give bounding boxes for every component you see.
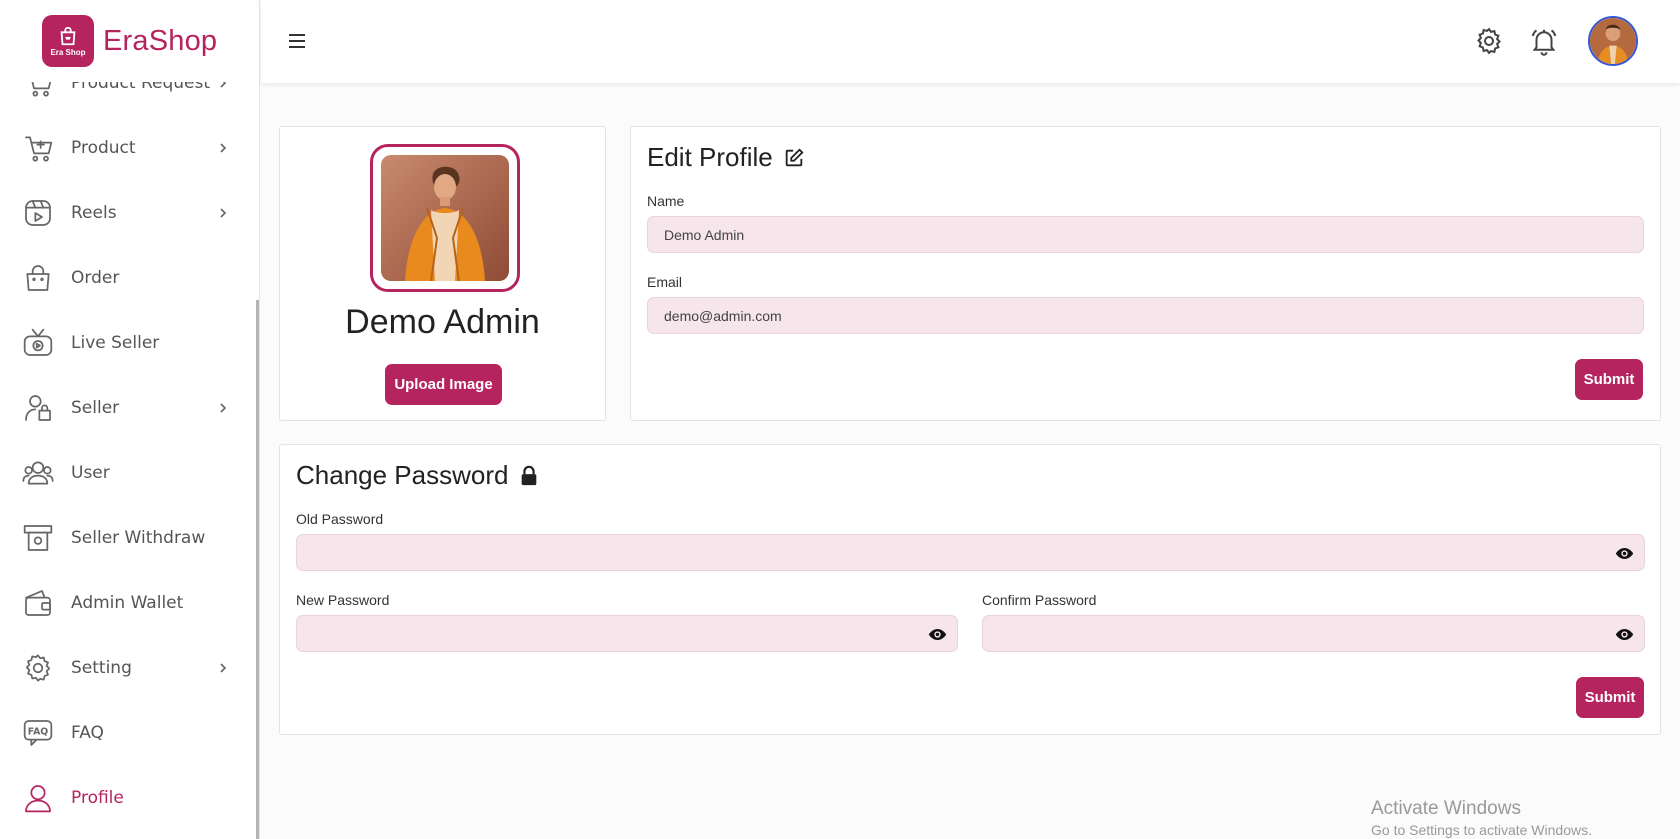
profile-photo <box>381 155 509 281</box>
sidebar-item-label: Admin Wallet <box>71 592 184 613</box>
change-password-card: Change Password Old Password New Passwor… <box>279 444 1661 735</box>
brand-logo-caption: Era Shop <box>50 48 86 57</box>
sidebar-item-user[interactable]: User <box>0 440 259 505</box>
gear-icon <box>25 653 51 682</box>
upload-image-button[interactable]: Upload Image <box>385 364 502 405</box>
sidebar-item-label: Seller <box>71 397 120 418</box>
old-password-field[interactable] <box>296 534 1645 571</box>
sidebar-item-product[interactable]: Product <box>0 115 259 180</box>
sidebar-item-order[interactable]: Order <box>0 245 259 310</box>
watermark-title: Activate Windows <box>1371 798 1521 819</box>
sidebar-item-seller[interactable]: Seller <box>0 375 259 440</box>
sidebar-item-setting[interactable]: Setting <box>0 635 259 700</box>
svg-text:FAQ: FAQ <box>28 726 49 737</box>
bell-icon[interactable] <box>1529 26 1559 56</box>
change-password-title-text: Change Password <box>296 460 509 490</box>
edit-profile-title: Edit Profile <box>647 142 805 173</box>
watermark-subtitle: Go to Settings to activate Windows. <box>1371 822 1592 838</box>
confirm-password-field[interactable] <box>982 615 1645 652</box>
name-label: Name <box>647 193 685 209</box>
eye-icon[interactable] <box>1615 544 1634 563</box>
sidebar-item-faq[interactable]: FAQ FAQ <box>0 700 259 765</box>
chevron-right-icon <box>220 402 227 413</box>
topbar <box>261 0 1680 83</box>
edit-profile-card: Edit Profile Name Demo Admin Email demo@… <box>630 126 1661 421</box>
brand[interactable]: Era Shop EraShop <box>0 0 259 82</box>
profile-card: Demo Admin Upload Image <box>279 126 606 421</box>
sidebar-item-admin-wallet[interactable]: Admin Wallet <box>0 570 259 635</box>
edit-profile-submit-button[interactable]: Submit <box>1575 359 1643 400</box>
sidebar-item-label: Order <box>71 267 120 288</box>
lock-icon <box>522 465 537 485</box>
eye-icon[interactable] <box>1615 625 1634 644</box>
chevron-right-icon <box>220 662 227 673</box>
user-icon <box>25 784 51 812</box>
sidebar-item-label: Profile <box>71 787 124 808</box>
email-field-value: demo@admin.com <box>664 307 782 324</box>
sidebar-item-label: Seller Withdraw <box>71 527 206 548</box>
old-password-label: Old Password <box>296 511 384 527</box>
sidebar-item-label: FAQ <box>71 722 104 743</box>
sidebar-item-label: Product <box>71 137 136 158</box>
new-password-field[interactable] <box>296 615 958 652</box>
gear-icon[interactable] <box>1474 26 1504 56</box>
confirm-password-label: Confirm Password <box>982 592 1097 608</box>
sidebar-item-live-seller[interactable]: Live Seller <box>0 310 259 375</box>
brand-logo: Era Shop <box>42 15 94 67</box>
change-password-submit-button[interactable]: Submit <box>1576 677 1644 718</box>
chevron-right-icon <box>220 142 227 153</box>
profile-name: Demo Admin <box>345 303 540 341</box>
email-label: Email <box>647 274 683 290</box>
profile-photo-frame <box>370 144 520 292</box>
shopping-bag-icon <box>26 264 50 291</box>
profile-photo-image <box>381 155 509 281</box>
name-field-value: Demo Admin <box>664 226 745 243</box>
sidebar-scrollbar[interactable] <box>256 300 259 839</box>
edit-profile-title-text: Edit Profile <box>647 142 773 172</box>
chevron-right-icon <box>220 207 227 218</box>
seller-icon <box>25 394 51 421</box>
live-tv-icon <box>23 328 53 356</box>
shopping-bag-icon <box>60 26 76 46</box>
sidebar-nav: Product Request Product Reels Order Live Sel… <box>0 50 259 830</box>
windows-activation-watermark: Activate Windows Go to Settings to activ… <box>1371 798 1592 838</box>
faq-icon: FAQ <box>23 719 53 746</box>
brand-name: EraShop <box>103 24 218 57</box>
sidebar-item-label: Setting <box>71 657 132 678</box>
avatar[interactable] <box>1588 16 1638 66</box>
new-password-label: New Password <box>296 592 390 608</box>
withdraw-icon <box>23 524 53 551</box>
sidebar-item-profile[interactable]: Profile <box>0 765 259 830</box>
wallet-icon <box>25 589 51 616</box>
edit-icon <box>785 147 804 166</box>
sidebar: Product Request Product Reels Order Live Sel… <box>0 0 260 839</box>
email-field[interactable]: demo@admin.com <box>647 297 1644 334</box>
sidebar-item-label: Reels <box>71 202 117 223</box>
name-field[interactable]: Demo Admin <box>647 216 1644 253</box>
users-icon <box>22 460 54 485</box>
sidebar-item-seller-withdraw[interactable]: Seller Withdraw <box>0 505 259 570</box>
change-password-title: Change Password <box>296 460 540 491</box>
sidebar-item-reels[interactable]: Reels <box>0 180 259 245</box>
sidebar-item-label: User <box>71 462 110 483</box>
reels-icon <box>25 199 51 226</box>
sidebar-item-label: Live Seller <box>71 332 160 353</box>
avatar-image <box>1590 18 1636 64</box>
cart-plus-icon <box>25 135 53 162</box>
hamburger-icon[interactable] <box>287 31 307 51</box>
eye-icon[interactable] <box>928 625 947 644</box>
